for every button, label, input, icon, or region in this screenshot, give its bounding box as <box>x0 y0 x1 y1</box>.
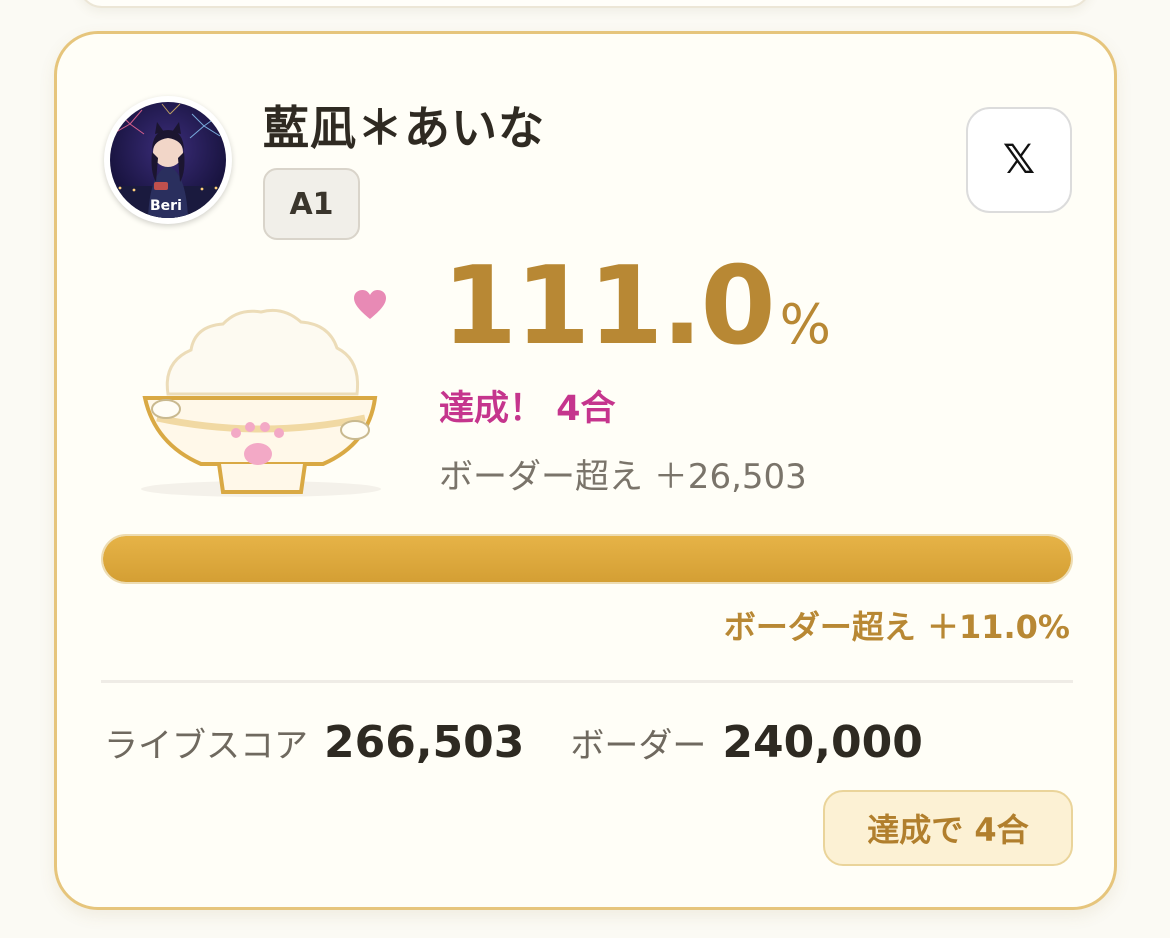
rice-bowl-icon <box>141 308 381 497</box>
rank-badge: A1 <box>263 168 360 240</box>
progress-fill <box>103 536 1071 582</box>
performer-name: 藍凪＊あいな <box>263 101 545 155</box>
border-label: ボーダー <box>570 726 707 766</box>
progress-bar <box>101 534 1073 584</box>
score-stats: ライブスコア 266,503 ボーダー 240,000 <box>104 717 923 768</box>
previous-card-edge <box>78 0 1092 8</box>
live-score-value: 266,503 <box>324 717 525 768</box>
goal-badge: 達成で 4合 <box>823 790 1073 866</box>
result-card: Beri 藍凪＊あいな A1 𝕏 111.0% 達成！ 4合 ボーダー超え ＋2… <box>54 31 1117 910</box>
avatar-image: Beri <box>110 102 226 218</box>
achievement-percent: 111.0% <box>442 244 831 369</box>
percent-value: 111.0 <box>442 244 776 369</box>
heart-icon <box>354 290 386 319</box>
x-logo-icon: 𝕏 <box>1002 137 1036 183</box>
divider <box>101 680 1073 683</box>
avatar-watermark: Beri <box>150 198 182 214</box>
border-value: 240,000 <box>722 717 923 768</box>
achieved-label: 達成！ 4合 <box>439 389 616 429</box>
percent-unit: % <box>779 293 831 356</box>
x-share-button[interactable]: 𝕏 <box>966 107 1072 213</box>
live-score-label: ライブスコア <box>104 726 308 766</box>
over-border-score: ボーダー超え ＋26,503 <box>439 457 807 497</box>
avatar[interactable]: Beri <box>104 96 232 224</box>
progress-caption: ボーダー超え ＋11.0% <box>723 608 1070 646</box>
